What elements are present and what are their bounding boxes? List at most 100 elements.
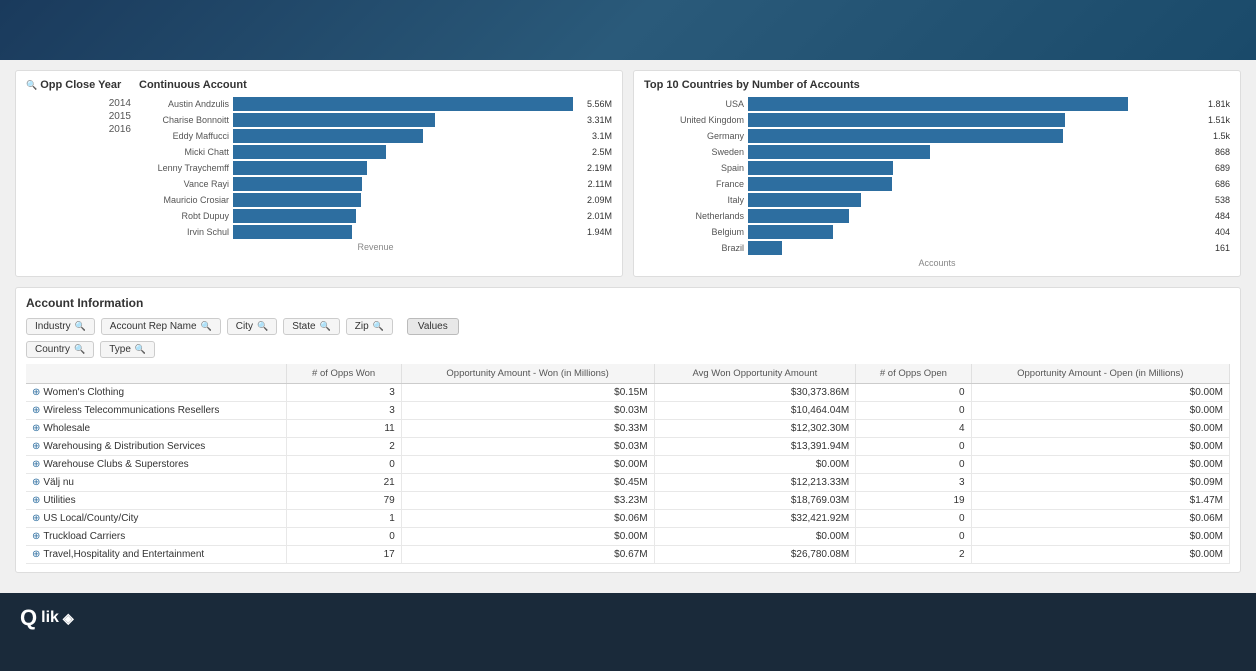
city-filter-label: City: [236, 321, 253, 332]
bar-fill: [233, 129, 423, 143]
zip-filter[interactable]: Zip🔍: [346, 318, 393, 335]
table-row[interactable]: ⊕Women's Clothing3$0.15M$30,373.86M0$0.0…: [26, 384, 1230, 402]
table-cell-oppsWon: 3: [286, 384, 401, 402]
country-bar-label: Netherlands: [644, 211, 744, 221]
year-item[interactable]: 2015: [26, 110, 131, 123]
year-item[interactable]: 2014: [26, 97, 131, 110]
table-row[interactable]: ⊕Warehousing & Distribution Services2$0.…: [26, 438, 1230, 456]
bar-label: Lenny Traychemff: [139, 163, 229, 173]
table-row[interactable]: ⊕US Local/County/City1$0.06M$32,421.92M0…: [26, 510, 1230, 528]
table-row[interactable]: ⊕Travel,Hospitality and Entertainment17$…: [26, 546, 1230, 564]
country-bar-label: USA: [644, 99, 744, 109]
bar-value: 1.94M: [587, 227, 612, 237]
values-chip[interactable]: Values: [407, 318, 459, 335]
row-expand-icon: ⊕: [32, 513, 40, 524]
table-cell-oppAmtOpen: $0.00M: [971, 546, 1229, 564]
country-bar-label: Italy: [644, 195, 744, 205]
table-cell-oppAmtWon: $0.03M: [401, 438, 654, 456]
account-rep-filter-label: Account Rep Name: [110, 321, 197, 332]
table-cell-oppAmtWon: $0.00M: [401, 528, 654, 546]
bar-row: Lenny Traychemff 2.19M: [139, 161, 612, 175]
state-filter[interactable]: State🔍: [283, 318, 340, 335]
opp-close-year-panel: 🔍 Opp Close Year 201420152016: [26, 79, 131, 268]
table-cell-oppAmtWon: $3.23M: [401, 492, 654, 510]
table-header-avgWon: Avg Won Opportunity Amount: [654, 364, 856, 384]
row-expand-icon: ⊕: [32, 459, 40, 470]
qlik-icon: ◈: [63, 610, 74, 627]
bar-value: 2.19M: [587, 163, 612, 173]
filter-search-icon: 🔍: [257, 321, 268, 332]
table-cell-oppsOpen: 0: [856, 528, 971, 546]
table-cell-oppsWon: 11: [286, 420, 401, 438]
row-name-text: Välj nu: [43, 477, 74, 488]
table-cell-oppAmtWon: $0.03M: [401, 402, 654, 420]
row-expand-icon: ⊕: [32, 387, 40, 398]
city-filter[interactable]: City 🔍: [227, 318, 277, 335]
country-bar-fill: [748, 129, 1063, 143]
bar-value: 3.1M: [592, 131, 612, 141]
filter-search-icon: 🔍: [75, 321, 86, 332]
bar-row: Irvin Schul 1.94M: [139, 225, 612, 239]
filter-search-icon: 🔍: [74, 344, 85, 355]
table-row[interactable]: ⊕Utilities79$3.23M$18,769.03M19$1.47M: [26, 492, 1230, 510]
row-expand-icon: ⊕: [32, 495, 40, 506]
table-cell-oppsOpen: 3: [856, 474, 971, 492]
table-header-oppAmtOpen: Opportunity Amount - Open (in Millions): [971, 364, 1229, 384]
bar-row: Charise Bonnoitt 3.31M: [139, 113, 612, 127]
country-bar-row: Germany 1.5k: [644, 129, 1230, 143]
top-bar: [0, 0, 1256, 60]
table-row[interactable]: ⊕Truckload Carriers0$0.00M$0.00M0$0.00M: [26, 528, 1230, 546]
row-expand-icon: ⊕: [32, 441, 40, 452]
table-cell-oppsOpen: 4: [856, 420, 971, 438]
filter-search-icon: 🔍: [201, 321, 212, 332]
table-cell-oppAmtOpen: $1.47M: [971, 492, 1229, 510]
year-item[interactable]: 2016: [26, 123, 131, 136]
search-icon: 🔍: [26, 80, 37, 91]
table-cell-oppsOpen: 0: [856, 510, 971, 528]
country-bar-fill: [748, 193, 861, 207]
industry-filter[interactable]: Industry🔍: [26, 318, 95, 335]
account-info-title: Account Information: [26, 296, 1230, 310]
country-bar-row: Italy 538: [644, 193, 1230, 207]
table-row[interactable]: ⊕Wireless Telecommunications Resellers3$…: [26, 402, 1230, 420]
table-row[interactable]: ⊕Wholesale11$0.33M$12,302.30M4$0.00M: [26, 420, 1230, 438]
bar-value: 2.11M: [588, 179, 612, 189]
country-bar-label: Spain: [644, 163, 744, 173]
table-cell-oppAmtOpen: $0.00M: [971, 420, 1229, 438]
table-cell-avgWon: $18,769.03M: [654, 492, 856, 510]
table-cell-oppAmtWon: $0.00M: [401, 456, 654, 474]
table-cell-oppAmtOpen: $0.09M: [971, 474, 1229, 492]
country-bar-fill: [748, 177, 892, 191]
filter-row-2: Country🔍Type🔍: [26, 341, 1230, 358]
table-cell-oppsWon: 1: [286, 510, 401, 528]
state-filter-label: State: [292, 321, 315, 332]
account-rep-filter[interactable]: Account Rep Name 🔍: [101, 318, 221, 335]
table-cell-oppAmtWon: $0.45M: [401, 474, 654, 492]
country-bar-fill: [748, 209, 849, 223]
country-filter[interactable]: Country🔍: [26, 341, 94, 358]
table-cell-avgWon: $12,213.33M: [654, 474, 856, 492]
country-bar-label: Germany: [644, 131, 744, 141]
bar-row: Robt Dupuy 2.01M: [139, 209, 612, 223]
table-row[interactable]: ⊕Warehouse Clubs & Superstores0$0.00M$0.…: [26, 456, 1230, 474]
row-name-text: US Local/County/City: [43, 513, 138, 524]
country-bar-value: 538: [1215, 195, 1230, 205]
table-cell-avgWon: $10,464.04M: [654, 402, 856, 420]
bar-fill: [233, 193, 361, 207]
table-row[interactable]: ⊕Välj nu21$0.45M$12,213.33M3$0.09M: [26, 474, 1230, 492]
country-bar-value: 1.51k: [1208, 115, 1230, 125]
bar-row: Austin Andzulis 5.56M: [139, 97, 612, 111]
row-expand-icon: ⊕: [32, 405, 40, 416]
bar-fill: [233, 113, 435, 127]
table-cell-oppsWon: 21: [286, 474, 401, 492]
bar-value: 2.5M: [592, 147, 612, 157]
bottom-bar: Q lik ◈: [0, 593, 1256, 643]
table-cell-oppsWon: 79: [286, 492, 401, 510]
table-cell-name: ⊕Wireless Telecommunications Resellers: [26, 402, 286, 420]
type-filter[interactable]: Type🔍: [100, 341, 155, 358]
country-bar-row: France 686: [644, 177, 1230, 191]
type-filter-label: Type: [109, 344, 131, 355]
table-cell-name: ⊕Warehouse Clubs & Superstores: [26, 456, 286, 474]
country-bar-value: 1.5k: [1213, 131, 1230, 141]
table-cell-oppsOpen: 0: [856, 438, 971, 456]
